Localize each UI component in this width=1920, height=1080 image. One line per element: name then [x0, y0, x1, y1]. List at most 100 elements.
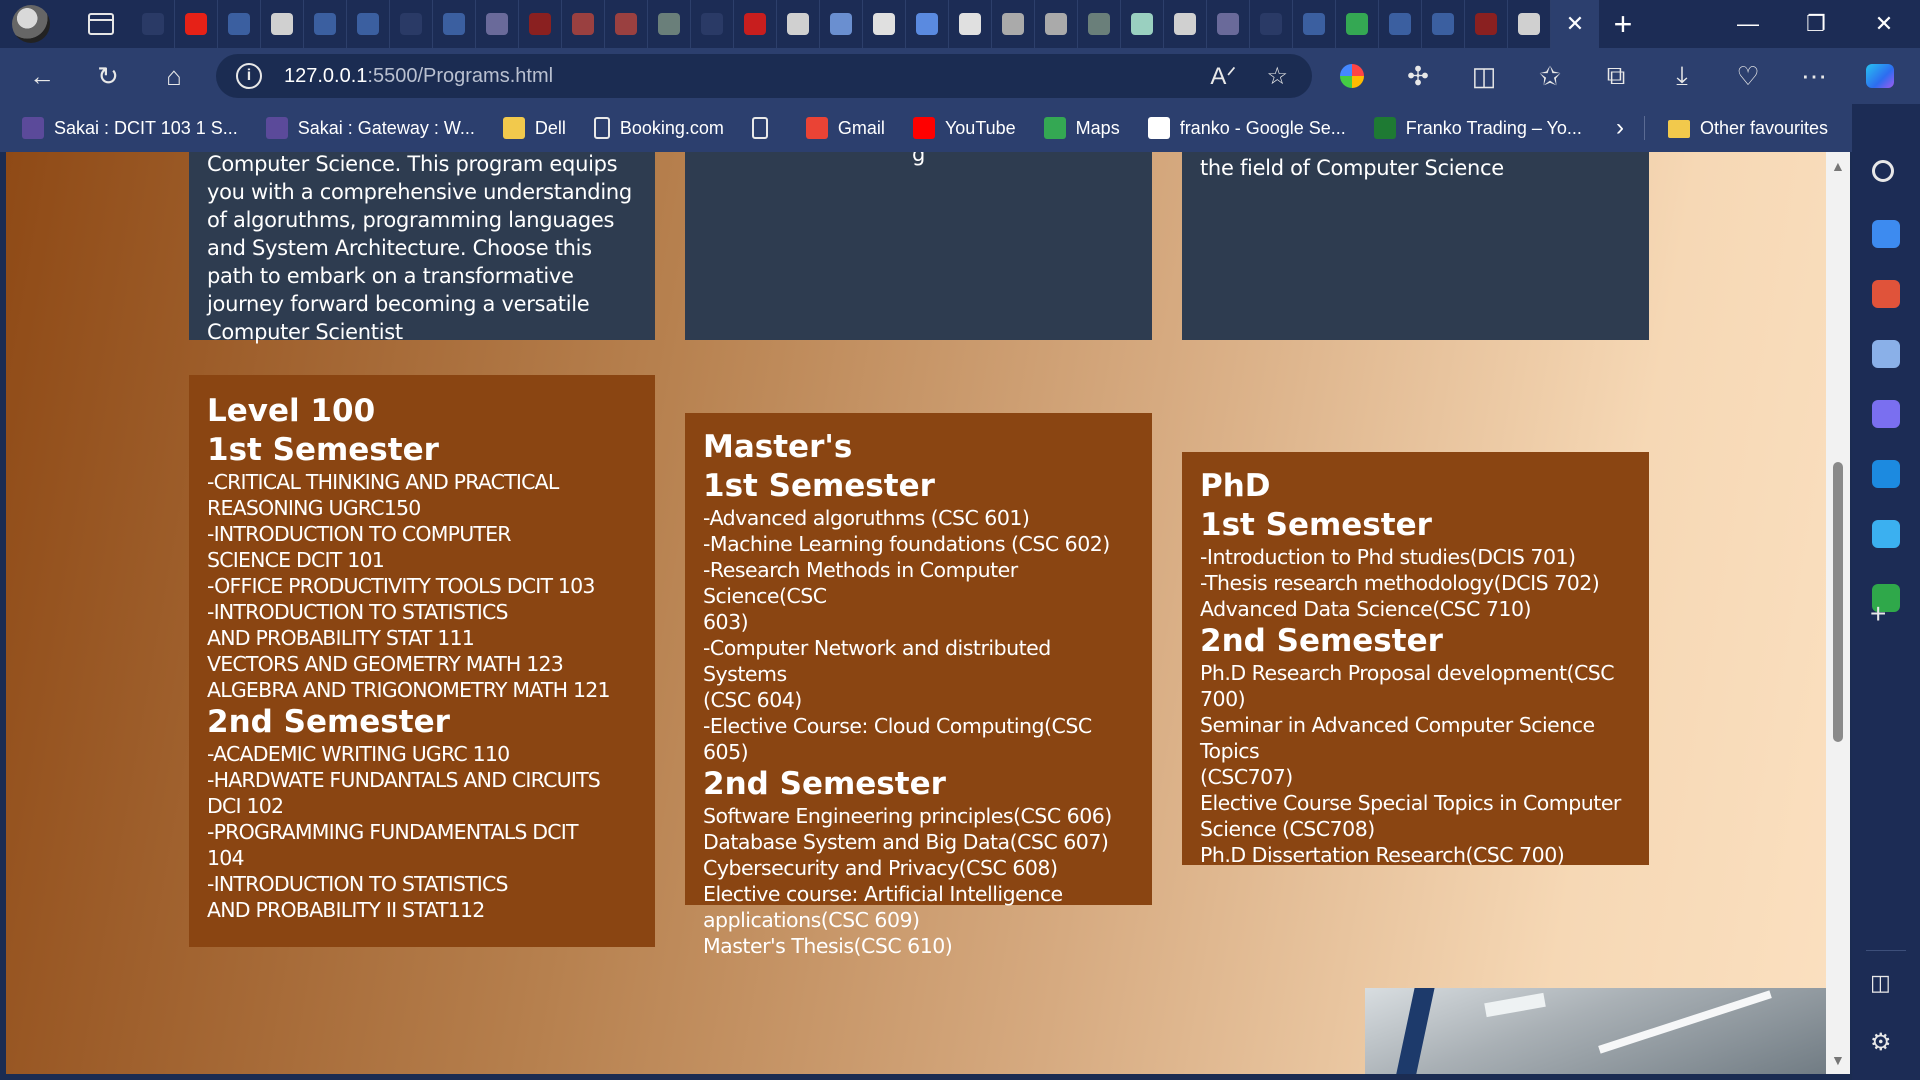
tab-4[interactable]: [304, 0, 347, 48]
course-item: AND PROBABILITY STAT 111: [207, 626, 475, 650]
tab-29[interactable]: [1379, 0, 1422, 48]
level100-sem1-list: -CRITICAL THINKING AND PRACTICAL REASONIN…: [207, 469, 637, 703]
tab-8[interactable]: [476, 0, 519, 48]
tab-actions-icon[interactable]: [88, 13, 114, 35]
course-item: SCIENCE DCIT 101: [207, 548, 385, 572]
scroll-up-icon[interactable]: ▲: [1831, 158, 1845, 174]
active-tab[interactable]: ✕: [1551, 0, 1599, 48]
tab-9[interactable]: [519, 0, 562, 48]
tab-0[interactable]: [132, 0, 175, 48]
tab-18[interactable]: [906, 0, 949, 48]
tab-21[interactable]: [1035, 0, 1078, 48]
tab-7[interactable]: [433, 0, 476, 48]
read-aloud-icon[interactable]: Aᐟ: [1210, 62, 1236, 91]
collections-icon[interactable]: ⧉: [1594, 54, 1638, 98]
sidebar-panel-icon[interactable]: ◫: [1870, 970, 1891, 996]
performance-icon[interactable]: ♡: [1726, 54, 1770, 98]
more-menu-icon[interactable]: ⋯: [1792, 54, 1836, 98]
profile-avatar[interactable]: [12, 5, 50, 43]
sidebar-settings-gear-icon[interactable]: ⚙: [1870, 1028, 1892, 1057]
tab-31[interactable]: [1465, 0, 1508, 48]
other-favourites-folder[interactable]: Other favourites: [1668, 118, 1828, 139]
add-sidebar-app-icon[interactable]: +: [1870, 598, 1886, 630]
restore-button[interactable]: ❐: [1782, 0, 1850, 48]
scroll-down-icon[interactable]: ▼: [1831, 1052, 1845, 1068]
search-icon: [1389, 13, 1411, 35]
extension-color-icon[interactable]: [1330, 54, 1374, 98]
tab-14[interactable]: [734, 0, 777, 48]
tab-26[interactable]: [1250, 0, 1293, 48]
tab-strip: ✕ + — ❐ ✕: [0, 0, 1920, 48]
bookmark-item[interactable]: Maps: [1043, 117, 1120, 139]
scrollbar-thumb[interactable]: [1833, 462, 1843, 742]
tab-5[interactable]: [347, 0, 390, 48]
phd-title: PhD: [1200, 468, 1271, 504]
bookmarks-overflow-chevron-icon[interactable]: ›: [1616, 114, 1624, 142]
outlook-icon[interactable]: [1872, 460, 1900, 488]
bookmark-item[interactable]: Gmail: [805, 117, 885, 139]
bookmark-item[interactable]: Booking.com: [593, 117, 724, 139]
minimize-button[interactable]: —: [1714, 0, 1782, 48]
course-item: (CSC707): [1200, 765, 1293, 789]
tab-3[interactable]: [261, 0, 304, 48]
tab-17[interactable]: [863, 0, 906, 48]
tab-27[interactable]: [1293, 0, 1336, 48]
bookmark-item[interactable]: franko - Google Se...: [1147, 117, 1346, 139]
bookmark-item[interactable]: [751, 117, 778, 139]
chess-icon[interactable]: [1872, 340, 1900, 368]
toolbox-icon[interactable]: [1872, 280, 1900, 308]
tab-32[interactable]: [1508, 0, 1551, 48]
page-icon: [1174, 13, 1196, 35]
favorites-icon[interactable]: ✩: [1528, 54, 1572, 98]
copilot-icon[interactable]: [1858, 54, 1902, 98]
new-tab-button[interactable]: +: [1599, 0, 1647, 48]
bookmark-item[interactable]: Sakai : Gateway : W...: [265, 117, 475, 139]
tab-10[interactable]: [562, 0, 605, 48]
tab-23[interactable]: [1121, 0, 1164, 48]
split-screen-icon[interactable]: ◫: [1462, 54, 1506, 98]
tab-13[interactable]: [691, 0, 734, 48]
home-icon[interactable]: ⌂: [152, 54, 196, 98]
tab-12[interactable]: [648, 0, 691, 48]
address-bar[interactable]: i 127.0.0.1:5500/Programs.html Aᐟ ☆: [216, 54, 1312, 98]
tab-2[interactable]: [218, 0, 261, 48]
bookmark-item[interactable]: Franko Trading – Yo...: [1373, 117, 1582, 139]
masters-card: Master's 1st Semester -Advanced algoruth…: [685, 413, 1152, 958]
reload-icon[interactable]: ↻: [86, 54, 130, 98]
bookmark-item[interactable]: Dell: [502, 117, 566, 139]
send-icon[interactable]: [1872, 520, 1900, 548]
github-icon: [873, 13, 895, 35]
back-icon[interactable]: ←: [20, 54, 64, 98]
url-text[interactable]: 127.0.0.1:5500/Programs.html: [284, 65, 553, 88]
search-icon[interactable]: [1872, 160, 1894, 182]
tab-close-icon[interactable]: ✕: [1566, 11, 1584, 37]
tab-24[interactable]: [1164, 0, 1207, 48]
tab-22[interactable]: [1078, 0, 1121, 48]
downloads-icon[interactable]: ⤓: [1660, 54, 1704, 98]
favorite-star-icon[interactable]: ☆: [1266, 62, 1288, 91]
site-info-icon[interactable]: i: [236, 63, 262, 89]
tab-15[interactable]: [777, 0, 820, 48]
tab-1[interactable]: [175, 0, 218, 48]
close-window-button[interactable]: ✕: [1850, 0, 1918, 48]
bookmark-item[interactable]: Sakai : DCIT 103 1 S...: [22, 117, 238, 139]
shopping-tag-icon[interactable]: [1872, 220, 1900, 248]
tab-30[interactable]: [1422, 0, 1465, 48]
tab-19[interactable]: [949, 0, 992, 48]
tab-16[interactable]: [820, 0, 863, 48]
tab-28[interactable]: [1336, 0, 1379, 48]
course-item: -Research Methods in Computer Science(CS…: [703, 558, 1018, 608]
course-item: Elective course: Artificial Intelligence: [703, 882, 1063, 906]
bookmark-label: Booking.com: [619, 117, 724, 138]
extensions-icon[interactable]: ✣: [1396, 54, 1440, 98]
url-path: :5500/Programs.html: [367, 64, 554, 87]
tab-20[interactable]: [992, 0, 1035, 48]
copilot-icon[interactable]: [1872, 400, 1900, 428]
tab-11[interactable]: [605, 0, 648, 48]
page-scrollbar[interactable]: ▲ ▼: [1826, 152, 1850, 1074]
course-item: (CSC 604): [703, 688, 802, 712]
dots-icon: [701, 13, 723, 35]
bookmark-item[interactable]: YouTube: [912, 117, 1016, 139]
tab-6[interactable]: [390, 0, 433, 48]
tab-25[interactable]: [1207, 0, 1250, 48]
